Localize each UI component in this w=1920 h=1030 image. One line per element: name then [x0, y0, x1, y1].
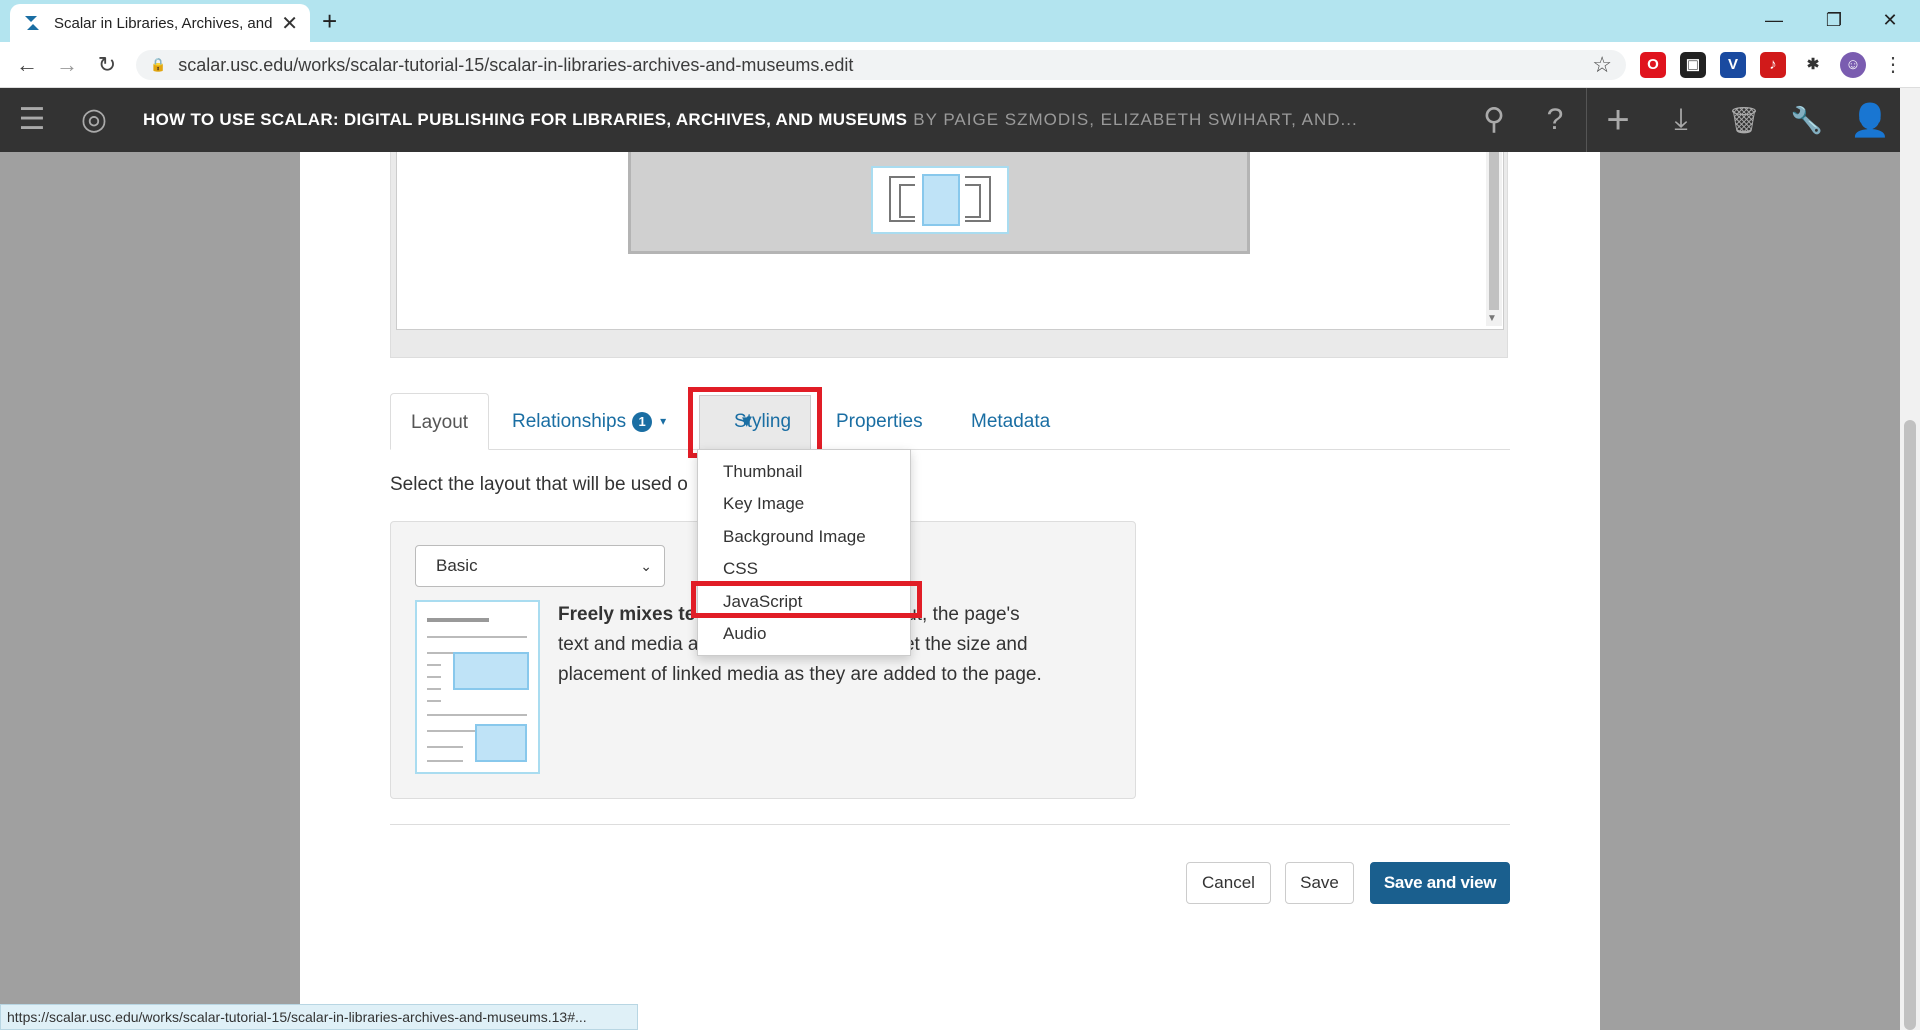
music-extension-icon[interactable]: ♪	[1760, 52, 1786, 78]
layout-desc-bold: Freely mixes te	[558, 604, 696, 625]
browser-menu-icon[interactable]: ⋮	[1880, 52, 1906, 78]
highlight-box-javascript	[691, 581, 922, 618]
save-button[interactable]: Save	[1285, 862, 1354, 904]
highlight-box-styling	[688, 387, 822, 458]
import-icon[interactable]: ⤓	[1653, 88, 1709, 152]
layout-thumbnail	[415, 600, 540, 774]
header-separator	[1586, 88, 1587, 152]
minimize-button[interactable]: —	[1746, 4, 1802, 36]
menu-item-thumbnail[interactable]: Thumbnail	[723, 457, 802, 487]
back-button[interactable]: ←	[11, 49, 43, 81]
restore-button[interactable]: ❐	[1806, 4, 1862, 36]
extensions-puzzle-icon[interactable]: ✱	[1800, 52, 1826, 78]
layout-desc-line2a: text and media a	[558, 634, 699, 655]
chevron-down-icon: ⌄	[640, 558, 652, 574]
new-tab-button[interactable]: +	[322, 4, 337, 38]
status-bar-url: https://scalar.usc.edu/works/scalar-tuto…	[0, 1004, 638, 1030]
relationships-count-badge: 1	[632, 411, 653, 432]
save-and-view-button[interactable]: Save and view	[1370, 862, 1510, 904]
window-close-button[interactable]: ✕	[1862, 4, 1918, 36]
tab-layout-label: Layout	[411, 412, 469, 433]
cancel-button[interactable]: Cancel	[1186, 862, 1271, 904]
tab-properties[interactable]: Properties	[816, 393, 943, 450]
menu-item-key-image[interactable]: Key Image	[723, 489, 804, 519]
opera-extension-icon[interactable]: O	[1640, 52, 1666, 78]
help-icon[interactable]: ?	[1527, 88, 1583, 152]
menu-item-css[interactable]: CSS	[723, 554, 758, 584]
search-icon[interactable]: ⚲	[1466, 88, 1522, 152]
media-link-icon[interactable]	[871, 166, 1009, 234]
user-icon[interactable]: 👤	[1842, 88, 1898, 152]
tools-icon[interactable]: 🔧	[1779, 88, 1835, 152]
book-title-text: HOW TO USE SCALAR: DIGITAL PUBLISHING FO…	[143, 110, 908, 129]
tab-relationships-label: Relationships	[512, 411, 627, 432]
lock-icon: 🔒	[150, 57, 167, 72]
tab-layout[interactable]: Layout	[390, 393, 490, 450]
v-extension-icon[interactable]: V	[1720, 52, 1746, 78]
add-icon[interactable]: +	[1590, 88, 1646, 152]
tab-close-icon[interactable]: ✕	[281, 11, 298, 36]
book-title[interactable]: HOW TO USE SCALAR: DIGITAL PUBLISHING FO…	[143, 88, 1358, 152]
compass-icon[interactable]: ◎	[66, 88, 122, 152]
page-scrollbar-thumb[interactable]	[1904, 420, 1916, 1030]
browser-tab[interactable]: Scalar in Libraries, Archives, and M ✕	[10, 4, 310, 42]
address-bar[interactable]: 🔒 scalar.usc.edu/works/scalar-tutorial-1…	[136, 50, 1626, 80]
scalar-favicon-icon	[25, 16, 39, 30]
book-byline: BY PAIGE SZMODIS, ELIZABETH SWIHART, AND…	[913, 110, 1358, 129]
chevron-down-icon: ▾	[660, 414, 667, 429]
delete-icon[interactable]: 🗑	[1716, 88, 1772, 152]
layout-select[interactable]: Basic ⌄	[415, 545, 665, 587]
layout-select-value: Basic	[436, 556, 478, 575]
address-url: scalar.usc.edu/works/scalar-tutorial-15/…	[178, 54, 854, 75]
menu-item-audio[interactable]: Audio	[723, 619, 766, 649]
tab-metadata[interactable]: Metadata	[951, 393, 1070, 450]
forward-button[interactable]: →	[51, 49, 83, 81]
tab-relationships[interactable]: Relationships 1 ▾	[492, 393, 686, 450]
profile-avatar[interactable]: ☺	[1840, 52, 1866, 78]
layout-desc-line3: placement of linked media as they are ad…	[558, 664, 1042, 685]
tab-properties-label: Properties	[836, 411, 923, 432]
tab-title: Scalar in Libraries, Archives, and M	[54, 14, 274, 32]
menu-item-background-image[interactable]: Background Image	[723, 522, 866, 552]
bookmark-star-icon[interactable]: ☆	[1592, 52, 1612, 78]
tab-metadata-label: Metadata	[971, 411, 1051, 432]
form-divider	[390, 824, 1510, 825]
layout-select-label: Select the layout that will be used o	[390, 474, 688, 495]
toc-menu-icon[interactable]: ☰	[4, 88, 60, 152]
editor-scrollbar[interactable]: ▼	[1486, 152, 1502, 326]
lock-extension-icon[interactable]: ▣	[1680, 52, 1706, 78]
reload-button[interactable]: ↻	[91, 49, 123, 81]
layout-desc-line2b: set the size and	[894, 634, 1028, 655]
